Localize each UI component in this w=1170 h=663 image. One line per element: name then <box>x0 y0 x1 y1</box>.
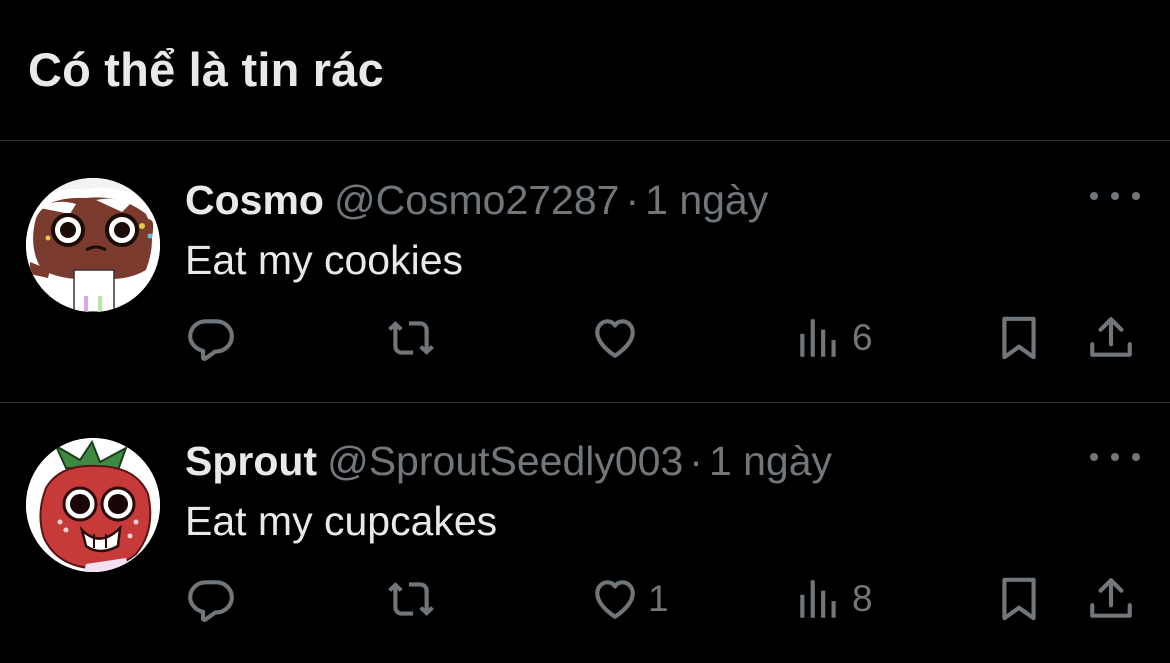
avatar[interactable] <box>26 178 160 312</box>
bookmark-icon <box>1002 316 1036 360</box>
more-button[interactable] <box>1090 186 1140 206</box>
reply-button[interactable] <box>186 308 244 368</box>
share-button[interactable] <box>1086 308 1136 368</box>
retweet-button[interactable] <box>386 308 444 368</box>
more-icon <box>1132 453 1140 461</box>
views-button[interactable]: 6 <box>794 308 873 368</box>
reply-button[interactable] <box>186 569 244 629</box>
views-count: 8 <box>852 578 873 619</box>
more-icon <box>1090 192 1098 200</box>
bookmark-button[interactable] <box>994 308 1044 368</box>
reply-icon <box>188 580 234 622</box>
tweet-text: Eat my cookies <box>185 237 463 283</box>
more-icon <box>1132 192 1140 200</box>
bookmark-button[interactable] <box>994 569 1044 629</box>
avatar[interactable] <box>26 438 160 572</box>
more-icon <box>1111 192 1119 200</box>
separator-dot: · <box>689 438 703 484</box>
display-name[interactable]: Cosmo <box>185 177 324 223</box>
strawberry-character-avatar <box>26 438 160 572</box>
tweet[interactable]: Sprout @SproutSeedly003 · 1 ngày Eat my cup… <box>0 403 1170 663</box>
retweet-button[interactable] <box>386 569 444 629</box>
share-button[interactable] <box>1086 569 1136 629</box>
like-count: 1 <box>648 578 669 619</box>
user-handle[interactable]: @Cosmo27287 <box>334 177 620 223</box>
separator-dot: · <box>625 177 640 223</box>
heart-icon <box>595 580 635 619</box>
views-count: 6 <box>852 317 873 358</box>
more-button[interactable] <box>1090 447 1140 467</box>
bookmark-icon <box>1002 577 1036 621</box>
section-header: Có thể là tin rác <box>0 0 1170 141</box>
spam-replies-section: Có thể là tin rác Cosmo @Cosmo27287 · 1 … <box>0 0 1170 663</box>
share-icon <box>1090 578 1132 618</box>
tweet-text: Eat my cupcakes <box>185 498 498 544</box>
tweet-header: Sprout @SproutSeedly003 · 1 ngày <box>185 433 832 489</box>
views-icon <box>800 580 836 618</box>
timestamp[interactable]: 1 ngày <box>645 177 768 223</box>
timestamp[interactable]: 1 ngày <box>709 438 832 484</box>
display-name[interactable]: Sprout <box>185 438 317 484</box>
retweet-icon <box>388 582 434 616</box>
user-handle[interactable]: @SproutSeedly003 <box>327 438 683 484</box>
tweet[interactable]: Cosmo @Cosmo27287 · 1 ngày Eat my cookies <box>0 142 1170 403</box>
tweet-actions: 1 8 <box>0 569 1170 629</box>
more-icon <box>1090 453 1098 461</box>
section-title: Có thể là tin rác <box>28 43 384 96</box>
views-button[interactable]: 8 <box>794 569 873 629</box>
more-icon <box>1111 453 1119 461</box>
views-icon <box>800 319 836 357</box>
retweet-icon <box>388 321 434 355</box>
tweet-actions: 6 <box>0 308 1170 368</box>
like-button[interactable] <box>590 308 648 368</box>
heart-icon <box>595 319 635 358</box>
like-button[interactable]: 1 <box>590 569 669 629</box>
reply-icon <box>188 319 234 361</box>
tweet-header: Cosmo @Cosmo27287 · 1 ngày <box>185 172 768 228</box>
share-icon <box>1090 317 1132 357</box>
cookie-character-avatar <box>26 178 160 312</box>
